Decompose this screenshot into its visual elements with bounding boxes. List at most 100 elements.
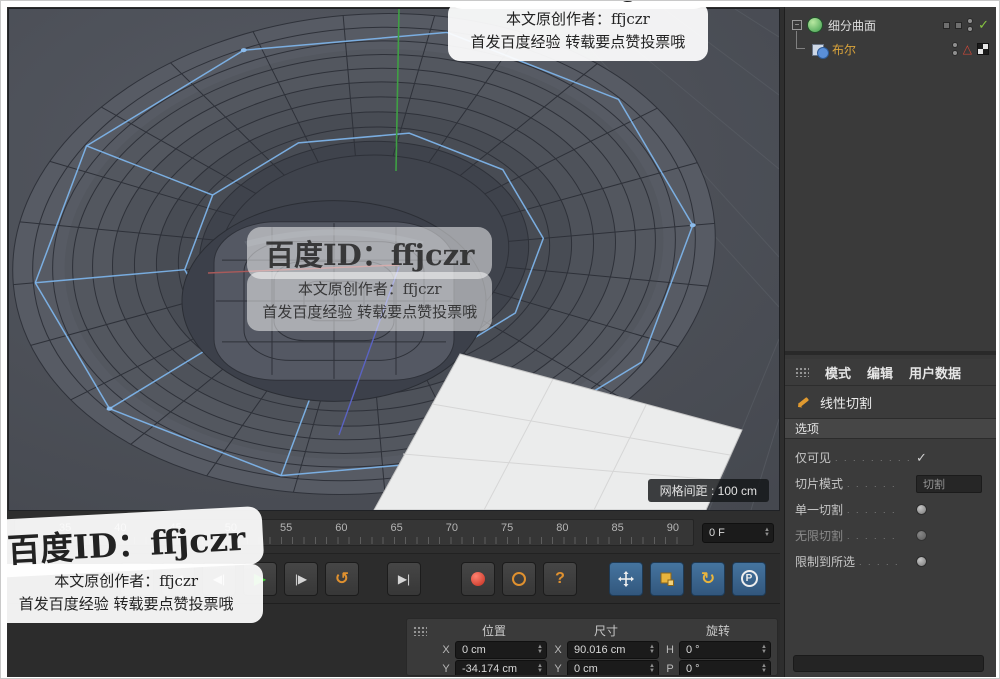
- checkbox-unchecked[interactable]: [916, 556, 927, 567]
- current-frame-field[interactable]: 0 F ▲ ▼: [702, 523, 774, 543]
- field-stepper[interactable]: ▲▼: [649, 645, 655, 655]
- grid-spacing-label: 网格间距 : 100 cm: [648, 479, 769, 502]
- watermark-line2: 首发百度经验 转载要点赞投票哦: [2, 593, 250, 616]
- visibility-dots[interactable]: [967, 18, 973, 32]
- object-label[interactable]: 细分曲面: [828, 17, 938, 34]
- next-frame-icon: |▶: [295, 572, 307, 586]
- field-stepper[interactable]: ▲▼: [537, 664, 543, 674]
- rotation-p-value: 0 °: [686, 663, 761, 675]
- axis-label: Y: [553, 663, 563, 675]
- clipped-field[interactable]: [793, 655, 984, 672]
- watermark-line1: 本文原创作者：ffjczr: [461, 8, 695, 31]
- axis-label: X: [441, 644, 451, 656]
- field-stepper[interactable]: ▲▼: [537, 645, 543, 655]
- move-icon: [617, 570, 635, 588]
- watermark-bottom-left: 百度ID：ffjczr 本文原创作者：ffjczr 首发百度经验 转载要点赞投票…: [0, 513, 263, 623]
- rotate-tool-button[interactable]: ↻: [691, 562, 725, 596]
- checkbox-unchecked[interactable]: [916, 504, 927, 515]
- stepper-down-icon[interactable]: ▼: [537, 650, 543, 655]
- rotate-icon: ↻: [701, 569, 715, 589]
- rotation-p-field[interactable]: 0 ° ▲▼: [679, 660, 771, 677]
- position-header: 位置: [441, 622, 547, 639]
- dotted-leader: . . . . . .: [847, 479, 912, 489]
- pencil-icon: [795, 394, 811, 410]
- stepper-down-icon[interactable]: ▼: [649, 669, 655, 674]
- minus-icon: −: [795, 20, 800, 29]
- position-y-field[interactable]: -34.174 cm ▲▼: [455, 660, 547, 677]
- axis-label: X: [553, 644, 563, 656]
- tree-branch: [796, 31, 805, 49]
- size-y-field[interactable]: 0 cm ▲▼: [567, 660, 659, 677]
- frame-value: 0 F: [709, 527, 764, 539]
- stepper-down-icon[interactable]: ▼: [764, 533, 770, 538]
- field-stepper[interactable]: ▲▼: [761, 664, 767, 674]
- object-row-boole[interactable]: 布尔 △: [785, 37, 996, 61]
- dotted-leader: . . . . . .: [847, 531, 912, 541]
- boole-icon: [811, 41, 827, 57]
- next-frame-button[interactable]: |▶: [284, 562, 318, 596]
- tab-mode[interactable]: 模式: [825, 363, 851, 382]
- size-x-field[interactable]: 90.016 cm ▲▼: [567, 641, 659, 659]
- watermark-lines-box: 本文原创作者：ffjczr 首发百度经验 转载要点赞投票哦: [247, 272, 492, 331]
- slice-mode-dropdown[interactable]: 切割: [916, 475, 982, 493]
- keying-help-button[interactable]: ?: [543, 562, 577, 596]
- watermark-big-box: 百度ID：ffjczr: [247, 227, 492, 279]
- checkbox-checked-icon[interactable]: ✓: [916, 450, 927, 466]
- layer-chip[interactable]: [943, 22, 950, 29]
- texture-checker-icon[interactable]: [977, 43, 989, 55]
- axis-label: H: [665, 644, 675, 656]
- tick-label: 55: [280, 522, 292, 534]
- enabled-check-icon[interactable]: ✓: [978, 17, 989, 33]
- tick-label: 75: [501, 522, 513, 534]
- stepper-down-icon[interactable]: ▼: [537, 669, 543, 674]
- stepper-down-icon[interactable]: ▼: [649, 650, 655, 655]
- rotation-h-value: 0 °: [686, 644, 761, 656]
- option-label: 限制到所选: [795, 553, 855, 570]
- tree-collapse-toggle[interactable]: −: [792, 20, 802, 30]
- layer-chip[interactable]: [955, 22, 962, 29]
- watermark-line2: 首发百度经验 转载要点赞投票哦: [461, 31, 695, 54]
- tab-edit[interactable]: 编辑: [867, 363, 893, 382]
- dotted-leader: . . . . . .: [847, 505, 912, 515]
- tick-label: 85: [612, 522, 624, 534]
- field-stepper[interactable]: ▲▼: [649, 664, 655, 674]
- option-restrict-to-selection: 限制到所选 . . . . .: [795, 552, 986, 571]
- watermark-center: 百度ID：ffjczr 本文原创作者：ffjczr 首发百度经验 转载要点赞投票…: [247, 227, 492, 331]
- position-y-value: -34.174 cm: [462, 663, 537, 675]
- options-section-header[interactable]: 选项: [785, 418, 996, 439]
- position-x-field[interactable]: 0 cm ▲▼: [455, 641, 547, 659]
- move-tool-button[interactable]: [609, 562, 643, 596]
- field-stepper[interactable]: ▲▼: [761, 645, 767, 655]
- axis-label: Y: [441, 663, 451, 675]
- p-coordinate-icon: P: [741, 570, 758, 587]
- goto-end-button[interactable]: ▶|: [387, 562, 421, 596]
- visibility-dots[interactable]: [952, 42, 958, 56]
- record-keyframe-button[interactable]: [461, 562, 495, 596]
- scale-tool-button[interactable]: [650, 562, 684, 596]
- panel-handle-icon: [795, 367, 809, 377]
- option-label: 仅可见: [795, 449, 831, 466]
- autokey-ring-icon: [512, 572, 526, 586]
- object-row-subdivision-surface[interactable]: − 细分曲面 ✓: [785, 13, 996, 37]
- record-dot-icon: [471, 572, 485, 586]
- autokey-button[interactable]: [502, 562, 536, 596]
- tool-options: 仅可见 . . . . . . . . . ✓ 切片模式 . . . . . .…: [785, 439, 996, 580]
- app-window: 网格间距 : 100 cm 35 40 45 50 55 60 65 70 75…: [0, 0, 1000, 679]
- watermark-top: 百度ID：ffjczr 本文原创作者：ffjczr 首发百度经验 转载要点赞投票…: [448, 0, 708, 61]
- coordinate-system-button[interactable]: P: [732, 562, 766, 596]
- stepper-down-icon[interactable]: ▼: [761, 669, 767, 674]
- tab-user-data[interactable]: 用户数据: [909, 363, 961, 382]
- frame-stepper[interactable]: ▲ ▼: [764, 528, 770, 538]
- checkbox-unchecked-disabled: [916, 530, 927, 541]
- object-label[interactable]: 布尔: [832, 41, 947, 58]
- scale-icon: [658, 570, 676, 588]
- option-single-cut: 单一切割 . . . . . .: [795, 500, 986, 519]
- option-label: 切片模式: [795, 475, 843, 492]
- watermark-line2: 首发百度经验 转载要点赞投票哦: [260, 301, 479, 324]
- rotation-h-field[interactable]: 0 ° ▲▼: [679, 641, 771, 659]
- option-infinite-cut: 无限切割 . . . . . .: [795, 526, 986, 545]
- tick-label: 65: [391, 522, 403, 534]
- stepper-down-icon[interactable]: ▼: [761, 650, 767, 655]
- loop-playback-button[interactable]: ↺: [325, 562, 359, 596]
- watermark-big-text: 百度ID：ffjczr: [466, 0, 690, 3]
